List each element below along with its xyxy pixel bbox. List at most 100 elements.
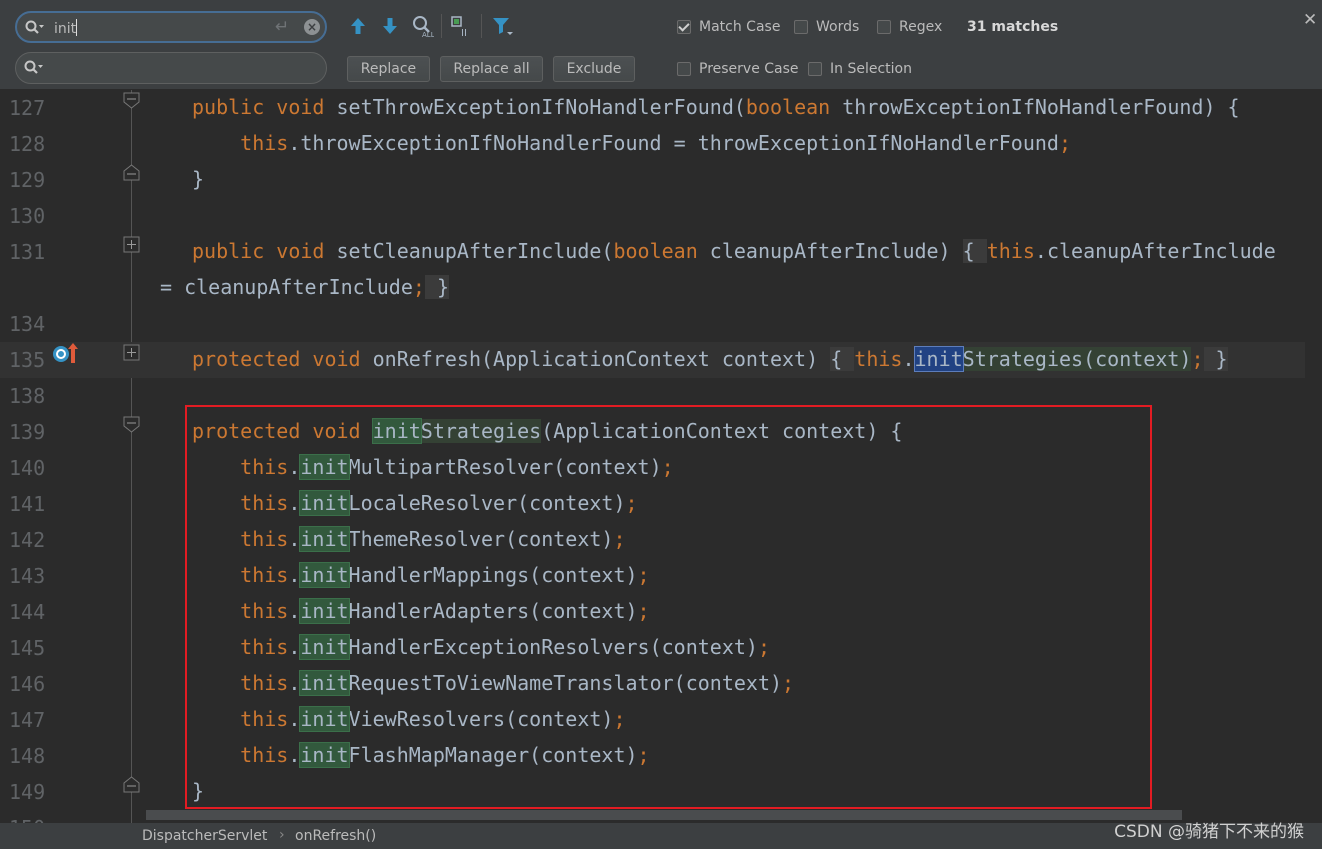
in-selection-label: In Selection (830, 61, 912, 77)
keyword: boolean (745, 95, 843, 119)
search-input[interactable]: init (54, 19, 78, 37)
code-text[interactable]: = cleanupAfterInclude; } (160, 275, 450, 299)
words-option[interactable]: Words (794, 19, 859, 35)
clear-search-icon[interactable]: × (304, 19, 320, 35)
code-text[interactable]: protected void onRefresh(ApplicationCont… (192, 346, 1228, 372)
line-number: 135 (9, 348, 46, 372)
fold-start-icon[interactable] (123, 92, 140, 109)
line-number: 129 (9, 168, 46, 192)
match-case-checkbox[interactable] (677, 20, 691, 34)
keyword: this (986, 239, 1035, 263)
code-text[interactable]: public void setCleanupAfterInclude(boole… (192, 239, 1276, 263)
code-token: setCleanupAfterInclude( (336, 239, 614, 263)
in-selection-checkbox[interactable] (808, 62, 822, 76)
replace-button[interactable]: Replace (347, 56, 430, 82)
replace-all-button[interactable]: Replace all (440, 56, 543, 82)
preserve-case-option[interactable]: Preserve Case (677, 61, 799, 77)
code-token: setThrowExceptionIfNoHandlerFound( (336, 95, 746, 119)
code-text[interactable]: } (192, 167, 204, 191)
breadcrumb-class[interactable]: DispatcherServlet (142, 828, 267, 844)
exclude-button[interactable]: Exclude (553, 56, 635, 82)
search-field[interactable]: init ↵ × (15, 11, 327, 43)
line-number: 127 (9, 96, 46, 120)
code-token: cleanupAfterInclude) (709, 239, 963, 263)
code-line[interactable]: 127 public void setThrowExceptionIfNoHand… (0, 90, 1305, 126)
in-selection-option[interactable]: In Selection (808, 61, 912, 77)
regex-checkbox[interactable] (877, 20, 891, 34)
match-case-option[interactable]: Match Case (677, 19, 780, 35)
search-history-icon[interactable] (25, 20, 45, 36)
toolbar-separator (481, 14, 482, 38)
code-line[interactable]: 128 this.throwExceptionIfNoHandlerFound … (0, 126, 1305, 162)
find-all-icon[interactable]: ALL (410, 14, 434, 38)
expand-fold-icon[interactable] (123, 236, 140, 253)
replace-history-icon[interactable] (24, 60, 44, 76)
error-stripe[interactable] (1305, 90, 1322, 823)
identifier-usage: Strategies(context) (962, 347, 1192, 371)
code-line[interactable]: 129} (0, 162, 1305, 198)
new-line-icon[interactable]: ↵ (275, 17, 289, 37)
line-number: 139 (9, 420, 46, 444)
words-checkbox[interactable] (794, 20, 808, 34)
regex-label: Regex (899, 19, 943, 35)
select-all-occurrences-icon[interactable]: II (449, 14, 473, 38)
code-line[interactable]: 135 protected void onRefresh(ApplicationC… (0, 342, 1305, 378)
svg-text:ALL: ALL (422, 31, 434, 38)
folded-region: { (830, 347, 855, 371)
line-number: 145 (9, 636, 46, 660)
code-line[interactable]: 130 (0, 198, 1305, 234)
breadcrumb-separator: › (279, 827, 285, 843)
match-count: 31 matches (967, 19, 1059, 35)
current-search-match: init (913, 346, 964, 372)
line-number: 141 (9, 492, 46, 516)
overrides-method-icon[interactable] (52, 341, 82, 365)
watermark: CSDN @骑猪下不来的猴 (1114, 822, 1304, 842)
keyword: boolean (613, 239, 710, 263)
keyword: public void (192, 239, 337, 263)
filter-icon[interactable] (490, 14, 514, 38)
next-occurrence-icon[interactable] (378, 14, 402, 38)
keyword: this (192, 131, 289, 155)
code-line[interactable]: 131 public void setCleanupAfterInclude(bo… (0, 234, 1305, 270)
line-number: 130 (9, 204, 46, 228)
preserve-case-checkbox[interactable] (677, 62, 691, 76)
line-number: 144 (9, 600, 46, 624)
toolbar-separator (441, 14, 442, 38)
line-number: 147 (9, 708, 46, 732)
horizontal-scrollbar[interactable] (146, 810, 1182, 820)
replace-field[interactable] (15, 52, 327, 84)
fold-end-icon[interactable] (123, 164, 140, 181)
keyword: ; (1058, 131, 1071, 155)
preserve-case-label: Preserve Case (699, 61, 799, 77)
keyword: protected void (192, 347, 373, 371)
code-token: } (192, 167, 205, 191)
line-number: 140 (9, 456, 46, 480)
code-line[interactable]: 134 (0, 306, 1305, 342)
code-text[interactable]: this.throwExceptionIfNoHandlerFound = th… (192, 131, 1071, 155)
folded-region: } (1203, 347, 1228, 371)
code-token: .throwExceptionIfNoHandlerFound = throwE… (288, 131, 1059, 155)
find-replace-bar: init ↵ × ALL II Match Case Words Regex 3… (0, 0, 1322, 90)
code-text[interactable]: public void setThrowExceptionIfNoHandler… (192, 95, 1240, 119)
close-icon[interactable]: ✕ (1303, 10, 1317, 30)
previous-occurrence-icon[interactable] (346, 14, 370, 38)
code-token: . (902, 347, 915, 371)
code-token: onRefresh(ApplicationContext context) (372, 347, 831, 371)
keyword: ; (412, 275, 425, 299)
regex-option[interactable]: Regex (877, 19, 942, 35)
code-editor[interactable]: 127 public void setThrowExceptionIfNoHand… (0, 90, 1322, 823)
folded-region: } (424, 275, 450, 299)
folded-region: { (962, 239, 987, 263)
keyword: this (854, 347, 903, 371)
line-number: 149 (9, 780, 46, 804)
code-token: .cleanupAfterInclude (1034, 239, 1276, 263)
fold-start-icon[interactable] (123, 416, 140, 433)
line-number: 128 (9, 132, 46, 156)
fold-end-icon[interactable] (123, 776, 140, 793)
code-token: = cleanupAfterInclude (160, 275, 413, 299)
expand-fold-icon[interactable] (123, 344, 140, 361)
words-label: Words (816, 19, 860, 35)
code-line[interactable]: = cleanupAfterInclude; } (0, 270, 1305, 306)
breadcrumb-method[interactable]: onRefresh() (295, 828, 376, 844)
code-token: throwExceptionIfNoHandlerFound) { (842, 95, 1240, 119)
